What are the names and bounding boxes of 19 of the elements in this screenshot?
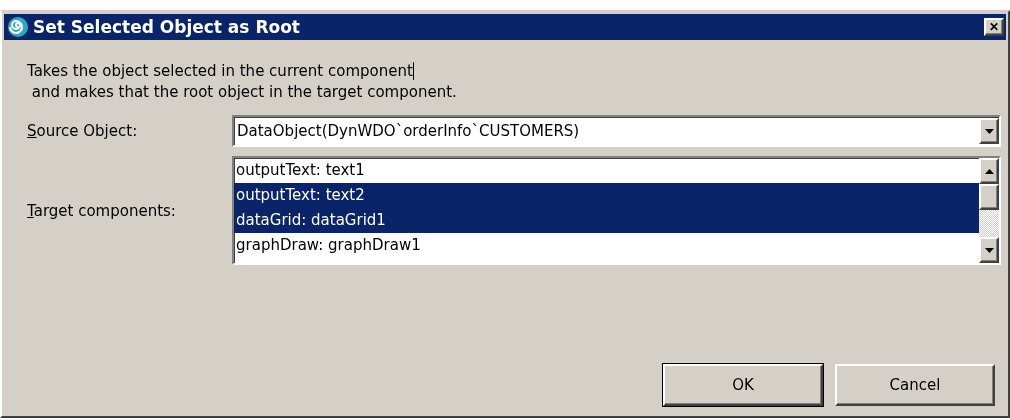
up-arrow-icon (984, 168, 994, 174)
scrollbar[interactable] (979, 158, 999, 263)
list-item[interactable]: graphDraw: graphDraw1 (234, 233, 979, 258)
window-title: Set Selected Object as Root (33, 17, 301, 37)
list-item[interactable]: outputText: text2 (234, 183, 979, 208)
description-text: Takes the object selected in the current component (27, 62, 413, 80)
field-label: Target components: (27, 201, 177, 220)
description-text: and makes that the root object in the target component. (30, 83, 457, 101)
list-item[interactable]: outputText: text1 (234, 158, 979, 183)
text-cursor (412, 62, 414, 80)
close-button[interactable]: ✕ (984, 18, 1004, 36)
dialog-button[interactable]: Cancel (835, 364, 995, 406)
dialog-button[interactable]: OK (663, 364, 823, 406)
down-arrow-icon (984, 247, 994, 253)
field-label: Source Object: (27, 122, 139, 140)
down-arrow-icon (984, 128, 994, 134)
list-item[interactable]: dataGrid: dataGrid1 (234, 208, 979, 233)
spiral-icon (7, 16, 29, 38)
source-object-dropdown[interactable]: DataObject(DynWDO`orderInfo`CUSTOMERS) (232, 115, 1001, 147)
